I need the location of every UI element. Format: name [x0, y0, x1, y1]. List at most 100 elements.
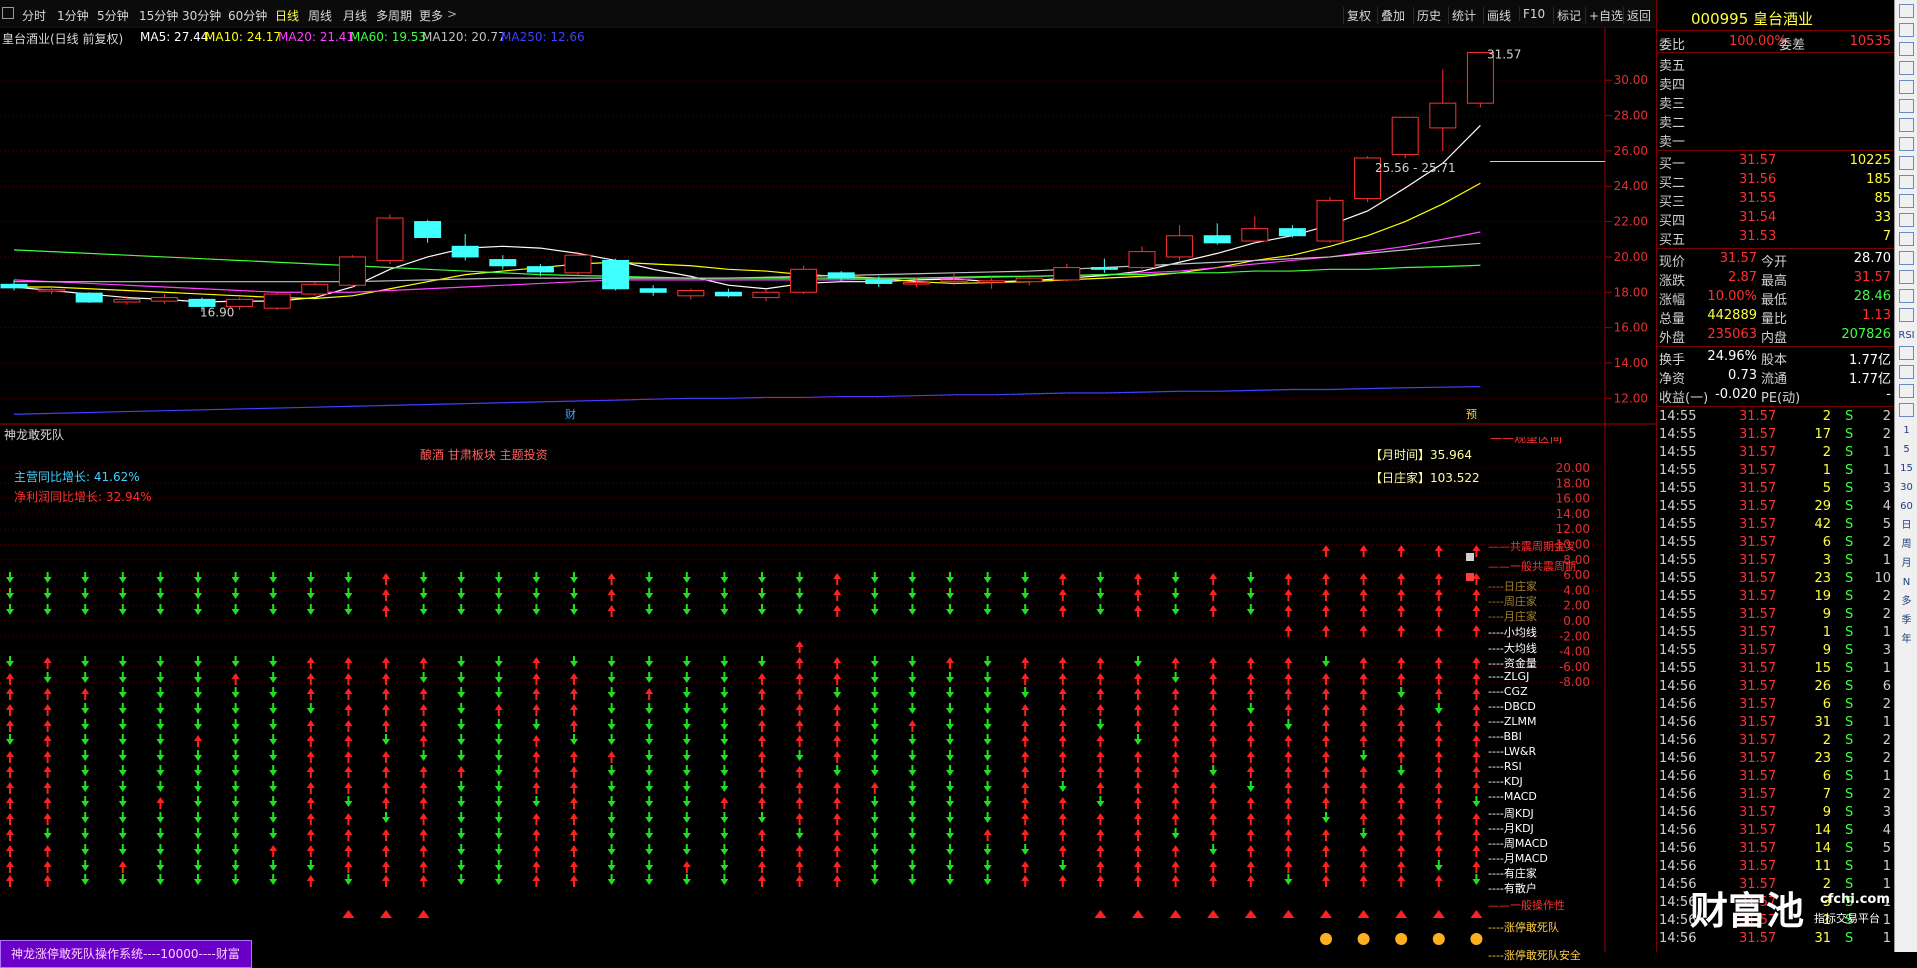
- arrow-down-icon: [908, 734, 917, 745]
- tick-volume: 23: [1814, 571, 1831, 586]
- triangle-icon: [380, 910, 392, 918]
- period-tab[interactable]: 30分钟: [182, 7, 221, 24]
- system-name-button[interactable]: 神龙涨停敢死队操作系统----10000----财富: [0, 940, 252, 968]
- arrow-down-icon: [1434, 703, 1443, 714]
- period-tab[interactable]: 分时: [22, 7, 46, 24]
- arrow-up-icon: [1021, 704, 1030, 716]
- arrow-down-icon: [231, 687, 240, 698]
- arrow-up-icon: [1134, 782, 1142, 794]
- tool-button[interactable]: 历史: [1413, 7, 1444, 24]
- arrow-up-icon: [1209, 813, 1218, 825]
- candle-body: [564, 254, 592, 274]
- side-tool-icon[interactable]: [1899, 137, 1914, 151]
- side-tool-icon[interactable]: [1899, 365, 1914, 379]
- side-tool-icon[interactable]: 季: [1897, 612, 1916, 630]
- side-tool-icon[interactable]: [1899, 289, 1914, 303]
- side-tool-icon[interactable]: 30: [1897, 479, 1916, 497]
- side-tool-icon[interactable]: 60: [1897, 498, 1916, 516]
- tool-button[interactable]: 复权: [1343, 7, 1374, 24]
- side-tool-icon[interactable]: [1899, 251, 1914, 265]
- side-tool-icon[interactable]: [1899, 308, 1914, 322]
- side-tool-icon[interactable]: 多: [1897, 593, 1916, 611]
- arrow-up-icon: [1246, 861, 1255, 873]
- tool-button[interactable]: F10: [1519, 7, 1548, 21]
- arrow-down-icon: [908, 572, 917, 583]
- candle-body: [451, 245, 479, 258]
- period-tab[interactable]: 15分钟: [139, 7, 178, 24]
- side-tool-icon[interactable]: [1899, 4, 1914, 18]
- side-tool-icon[interactable]: 周: [1897, 536, 1916, 554]
- side-tool-icon[interactable]: [1899, 156, 1914, 170]
- side-tool-icon[interactable]: [1899, 194, 1914, 208]
- tool-button[interactable]: 统计: [1448, 7, 1479, 24]
- period-tab[interactable]: 周线: [308, 7, 332, 24]
- side-tool-icon[interactable]: 月: [1897, 555, 1916, 573]
- side-tool-icon[interactable]: 5: [1897, 441, 1916, 459]
- tool-button[interactable]: 返回: [1623, 7, 1654, 24]
- tick-side: S: [1845, 607, 1854, 622]
- tick-price: 31.57: [1739, 751, 1777, 766]
- arrow-down-icon: [682, 734, 691, 745]
- side-tool-icon[interactable]: [1899, 61, 1914, 75]
- arrow-down-icon: [1209, 765, 1218, 776]
- period-tab[interactable]: 1分钟: [57, 7, 89, 24]
- side-tool-icon[interactable]: [1899, 232, 1914, 246]
- period-tab[interactable]: 60分钟: [228, 7, 267, 24]
- side-tool-icon[interactable]: [1899, 80, 1914, 94]
- value: 2.87: [1728, 270, 1757, 285]
- tool-button[interactable]: 叠加: [1377, 7, 1408, 24]
- arrow-down-icon: [1397, 765, 1406, 776]
- indicator-tick-label: 18.00: [1556, 476, 1590, 490]
- side-tool-icon[interactable]: [1899, 42, 1914, 56]
- menu-icon[interactable]: [2, 7, 14, 19]
- period-tab[interactable]: 月线: [343, 7, 367, 24]
- volume: 85: [1874, 191, 1891, 206]
- tick-count: 1: [1882, 553, 1891, 568]
- candle-body: [978, 280, 1006, 283]
- side-tool-icon[interactable]: [1899, 118, 1914, 132]
- tick-side: S: [1845, 859, 1854, 874]
- side-tool-icon[interactable]: RSI: [1897, 327, 1916, 345]
- arrow-up-icon: [532, 829, 541, 841]
- arrow-down-icon: [1246, 588, 1255, 599]
- period-tab[interactable]: 更多: [419, 7, 443, 24]
- arrow-down-icon: [720, 656, 729, 667]
- period-tab[interactable]: 多周期: [376, 7, 412, 24]
- arrow-down-icon: [570, 734, 578, 745]
- arrow-down-icon: [156, 604, 165, 615]
- arrow-up-icon: [1472, 845, 1481, 857]
- side-tool-icon[interactable]: [1899, 270, 1914, 284]
- side-tool-icon[interactable]: [1899, 175, 1914, 189]
- tick-count: 1: [1882, 769, 1891, 784]
- arrow-up-icon: [231, 673, 240, 685]
- tick-price: 31.57: [1739, 535, 1777, 550]
- price-tick-label: 30.00: [1614, 73, 1648, 87]
- arrow-up-icon: [382, 605, 390, 617]
- indicator-tick-label: 14.00: [1556, 507, 1590, 521]
- tool-button[interactable]: 画线: [1483, 7, 1514, 24]
- arrow-up-icon: [1397, 845, 1406, 857]
- arrow-down-icon: [81, 765, 90, 776]
- value: 24.96%: [1707, 349, 1757, 364]
- period-tab[interactable]: 5分钟: [97, 7, 129, 24]
- chevron-right-icon[interactable]: >: [447, 7, 457, 21]
- side-tool-icon[interactable]: [1899, 23, 1914, 37]
- tool-button[interactable]: +自选: [1585, 7, 1626, 24]
- ma-line-ma250: [13, 386, 1481, 415]
- indicator-row-label: ----KDJ: [1488, 775, 1523, 788]
- tool-button[interactable]: 标记: [1553, 7, 1584, 24]
- side-tool-icon[interactable]: [1899, 403, 1914, 417]
- period-tab[interactable]: 日线: [275, 7, 299, 24]
- side-tool-icon[interactable]: 年: [1897, 631, 1916, 649]
- side-tool-icon[interactable]: N: [1897, 574, 1916, 592]
- side-tool-icon[interactable]: [1899, 384, 1914, 398]
- side-tool-icon[interactable]: 日: [1897, 517, 1916, 535]
- side-tool-icon[interactable]: [1899, 99, 1914, 113]
- arrow-down-icon: [983, 781, 992, 792]
- side-tool-icon[interactable]: 15: [1897, 460, 1916, 478]
- side-tool-icon[interactable]: [1899, 346, 1914, 360]
- side-tool-icon[interactable]: 1: [1897, 422, 1916, 440]
- side-tool-icon[interactable]: [1899, 213, 1914, 227]
- arrow-down-icon: [81, 860, 90, 871]
- arrow-up-icon: [6, 861, 14, 873]
